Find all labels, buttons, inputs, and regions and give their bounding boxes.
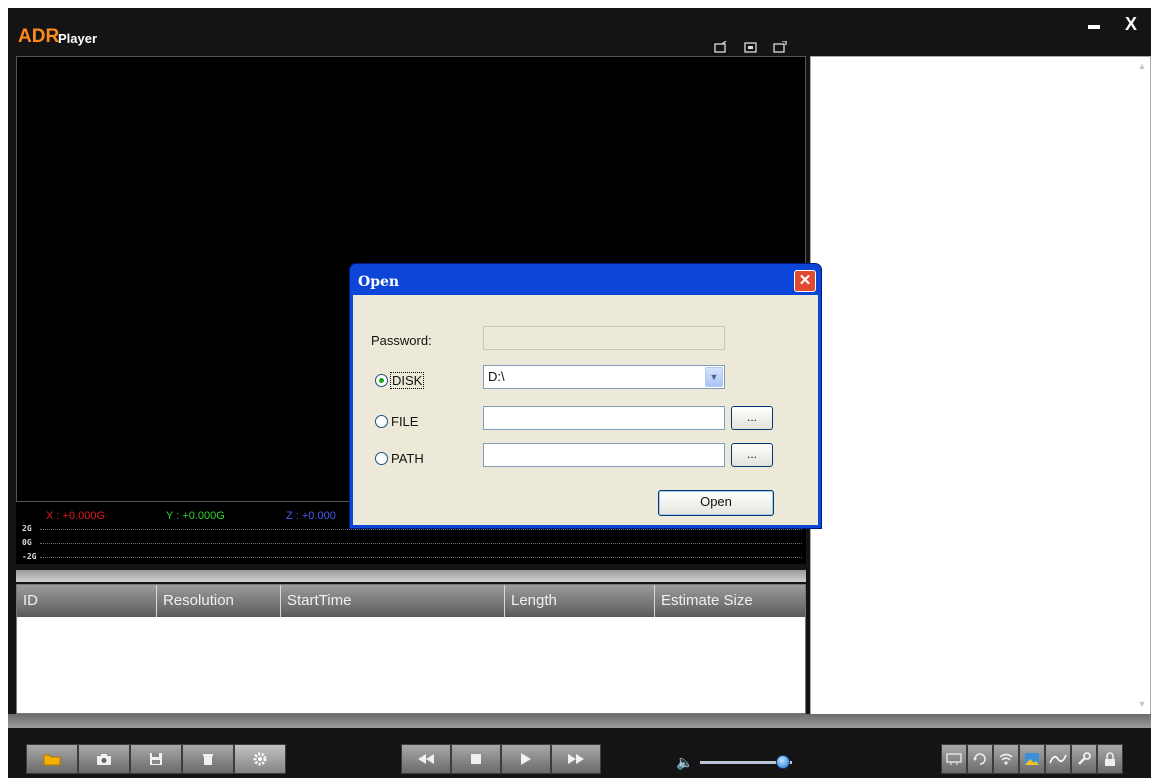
dialog-body: Password: DISK D:\ ▼ FILE ... PATH ... O…	[353, 295, 818, 525]
radio-disk[interactable]: DISK	[375, 372, 425, 389]
gsensor-y-readout: Y : +0.000G	[166, 510, 225, 522]
volume-knob[interactable]	[775, 755, 790, 769]
close-button[interactable]: X	[1120, 14, 1142, 34]
radio-circle	[375, 415, 388, 428]
gsensor-tick-0g: 0G	[22, 538, 32, 547]
radio-file-label: FILE	[391, 414, 419, 429]
photo-button[interactable]	[1019, 744, 1045, 774]
file-table: ID Resolution StartTime Length Estimate …	[16, 584, 806, 714]
play-button[interactable]	[501, 744, 551, 774]
radio-circle	[375, 374, 388, 387]
close-icon: ✕	[798, 272, 812, 289]
delete-button[interactable]	[182, 744, 234, 774]
settings-button[interactable]	[234, 744, 286, 774]
lock-icon	[1105, 751, 1115, 766]
view-single-icon	[714, 41, 727, 53]
right-tools	[941, 744, 1123, 774]
snapshot-button[interactable]	[78, 744, 130, 774]
open-dialog: Open ✕ Password: DISK D:\ ▼ FILE ... PAT…	[349, 263, 822, 529]
fast-forward-icon	[568, 754, 584, 764]
password-field[interactable]	[483, 326, 725, 350]
open-button[interactable]: Open	[658, 490, 774, 516]
disk-combo[interactable]: D:\ ▼	[483, 365, 725, 389]
app-title: Player	[58, 31, 98, 46]
wrench-icon	[1078, 752, 1091, 765]
file-field[interactable]	[483, 406, 725, 430]
password-label: Password:	[371, 333, 432, 348]
panel-splitter[interactable]	[16, 570, 806, 582]
save-button[interactable]	[130, 744, 182, 774]
disk-combo-value: D:\	[488, 369, 505, 384]
trash-icon	[203, 754, 213, 765]
radio-circle	[375, 452, 388, 465]
rotate-180-icon	[973, 753, 986, 765]
column-header-estimate-size[interactable]: Estimate Size	[655, 585, 805, 617]
view-split-icon	[744, 42, 757, 53]
view-single-button[interactable]	[711, 39, 731, 57]
radio-file[interactable]: FILE	[375, 414, 418, 429]
column-header-resolution[interactable]: Resolution	[157, 585, 281, 617]
file-browse-button[interactable]: ...	[731, 406, 773, 430]
minimize-button[interactable]	[1083, 14, 1105, 34]
stop-button[interactable]	[451, 744, 501, 774]
path-browse-button[interactable]: ...	[731, 443, 773, 467]
fast-forward-button[interactable]	[551, 744, 601, 774]
gsensor-tick-minus-2g: -2G	[22, 552, 37, 561]
radio-path[interactable]: PATH	[375, 451, 424, 466]
play-icon	[521, 753, 531, 765]
photo-icon	[1025, 753, 1039, 765]
chevron-down-icon[interactable]: ▼	[705, 367, 723, 387]
tools-button[interactable]	[1071, 744, 1097, 774]
radio-disk-label: DISK	[389, 372, 425, 389]
wifi-icon	[999, 753, 1013, 765]
gsensor-gridline	[40, 529, 802, 530]
stop-icon	[471, 754, 481, 764]
gsensor-tick-2g: 2G	[22, 524, 32, 533]
column-header-length[interactable]: Length	[505, 585, 655, 617]
scroll-up-icon[interactable]: ▲	[1136, 61, 1148, 73]
minimize-icon	[1088, 25, 1100, 29]
table-header: ID Resolution StartTime Length Estimate …	[17, 585, 805, 617]
file-tools	[26, 744, 286, 774]
app-logo: ADR	[18, 26, 60, 47]
view-fullscreen-button[interactable]	[770, 39, 790, 57]
graph-button[interactable]	[1045, 744, 1071, 774]
settings-icon	[253, 752, 267, 766]
column-header-id[interactable]: ID	[17, 585, 157, 617]
bottom-toolbar: 🔈	[8, 728, 1151, 778]
playback-controls	[401, 744, 601, 774]
rewind-icon	[418, 754, 434, 764]
path-field[interactable]	[483, 443, 725, 467]
wifi-button[interactable]	[993, 744, 1019, 774]
scroll-down-icon[interactable]: ▼	[1136, 699, 1148, 711]
radio-path-label: PATH	[391, 451, 424, 466]
folder-icon	[43, 754, 61, 766]
dialog-title: Open	[358, 274, 400, 290]
graph-icon	[1049, 754, 1067, 764]
view-split-button[interactable]	[741, 39, 761, 57]
column-header-starttime[interactable]: StartTime	[281, 585, 505, 617]
status-strip	[8, 714, 1151, 728]
dialog-close-button[interactable]: ✕	[794, 270, 816, 292]
open-folder-button[interactable]	[26, 744, 78, 774]
volume-icon[interactable]: 🔈	[676, 754, 693, 771]
lock-button[interactable]	[1097, 744, 1123, 774]
map-icon	[946, 753, 962, 765]
camera-icon	[97, 753, 111, 765]
gsensor-z-readout: Z : +0.000	[286, 510, 336, 522]
gsensor-gridline	[40, 543, 802, 544]
rewind-button[interactable]	[401, 744, 451, 774]
save-icon	[150, 753, 162, 765]
gsensor-x-readout: X : +0.000G	[46, 510, 106, 522]
map-button[interactable]	[941, 744, 967, 774]
rotate-180-button[interactable]	[967, 744, 993, 774]
view-fullscreen-icon	[773, 41, 787, 53]
side-panel: ▲ ▼	[810, 56, 1151, 716]
gsensor-gridline	[40, 557, 802, 558]
